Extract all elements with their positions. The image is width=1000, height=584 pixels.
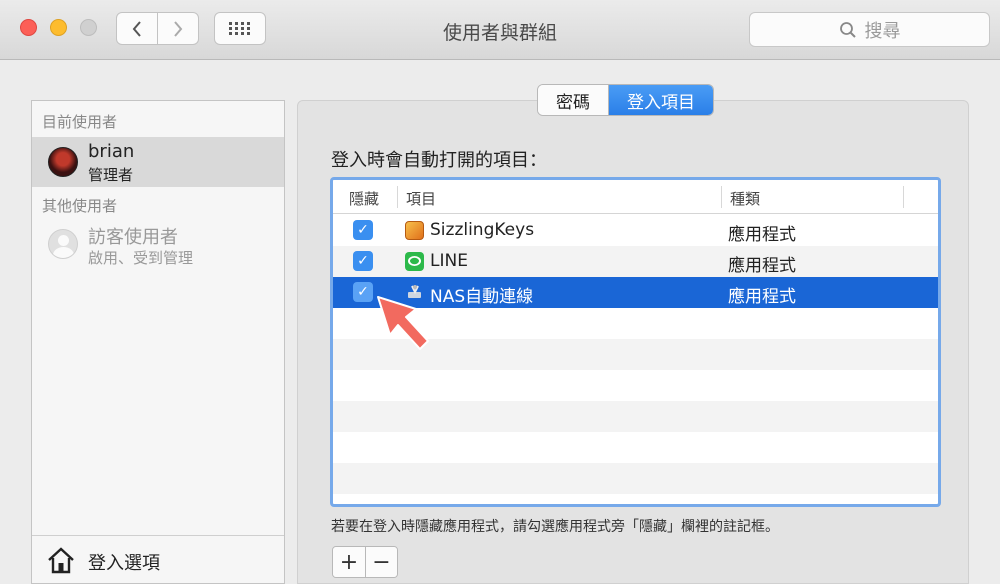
empty-row <box>333 370 938 401</box>
add-remove-controls: + − <box>332 546 398 578</box>
login-options-label: 登入選項 <box>88 553 160 574</box>
app-kind: 應用程式 <box>728 287 796 307</box>
column-divider <box>903 186 904 208</box>
hide-hint-text: 若要在登入時隱藏應用程式，請勾選應用程式旁「隱藏」欄裡的註記框。 <box>331 519 779 535</box>
grid-icon <box>229 21 250 35</box>
minimize-window-button[interactable] <box>50 19 67 36</box>
back-button[interactable] <box>116 12 158 45</box>
app-name: LINE <box>430 251 468 271</box>
column-kind[interactable]: 種類 <box>730 188 760 209</box>
app-name: NAS自動連線 <box>430 287 534 307</box>
column-divider <box>397 186 398 208</box>
guest-name: 訪客使用者 <box>88 227 178 248</box>
user-role: 管理者 <box>88 166 134 184</box>
users-sidebar: 目前使用者 brian 管理者 其他使用者 訪客使用者 啟用、受到管理 登入選項 <box>31 100 285 584</box>
column-hide[interactable]: 隱藏 <box>349 188 379 209</box>
zoom-window-button[interactable] <box>80 19 97 36</box>
column-item[interactable]: 項目 <box>406 188 436 209</box>
table-header: 隱藏 項目 種類 <box>333 180 938 214</box>
chevron-right-icon <box>174 20 183 37</box>
hide-checkbox[interactable]: ✓ <box>353 251 373 271</box>
tab-bar: 密碼 登入項目 <box>537 84 714 116</box>
app-name: SizzlingKeys <box>430 220 535 240</box>
close-window-button[interactable] <box>20 19 37 36</box>
annotation-arrow-icon <box>377 296 429 350</box>
table-row[interactable]: ✓ LINE 應用程式 <box>333 246 938 277</box>
app-kind: 應用程式 <box>728 256 796 276</box>
empty-row <box>333 401 938 432</box>
add-item-button[interactable]: + <box>333 547 365 577</box>
guest-avatar-icon <box>48 229 78 259</box>
show-all-button[interactable] <box>214 12 266 45</box>
forward-button[interactable] <box>157 12 199 45</box>
user-row-brian[interactable]: brian 管理者 <box>32 137 284 187</box>
tab-password[interactable]: 密碼 <box>538 85 609 115</box>
search-placeholder: 搜尋 <box>864 20 901 42</box>
user-name: brian <box>88 141 135 162</box>
current-users-header: 目前使用者 <box>42 113 118 131</box>
column-divider <box>721 186 722 208</box>
hide-checkbox[interactable]: ✓ <box>353 282 373 302</box>
window-title: 使用者與群組 <box>442 22 557 44</box>
empty-row <box>333 463 938 494</box>
tab-login-items[interactable]: 登入項目 <box>609 85 713 115</box>
guest-status: 啟用、受到管理 <box>88 249 194 267</box>
user-avatar <box>48 147 78 177</box>
login-options-item[interactable]: 登入選項 <box>32 535 284 583</box>
table-row[interactable]: ✓ SizzlingKeys 應用程式 <box>333 215 938 246</box>
empty-row <box>333 432 938 463</box>
line-icon <box>405 252 424 271</box>
other-users-header: 其他使用者 <box>42 197 118 215</box>
remove-item-button[interactable]: − <box>365 547 397 577</box>
search-icon <box>839 21 856 38</box>
app-kind: 應用程式 <box>728 225 796 245</box>
chevron-left-icon <box>132 20 141 37</box>
window-titlebar: 使用者與群組 搜尋 <box>0 0 1000 60</box>
login-items-title: 登入時會自動打開的項目： <box>331 150 547 171</box>
search-field[interactable]: 搜尋 <box>749 12 990 47</box>
hide-checkbox[interactable]: ✓ <box>353 220 373 240</box>
user-row-guest[interactable]: 訪客使用者 啟用、受到管理 <box>32 219 284 269</box>
sizzlingkeys-icon <box>405 221 424 240</box>
home-icon <box>48 547 74 574</box>
